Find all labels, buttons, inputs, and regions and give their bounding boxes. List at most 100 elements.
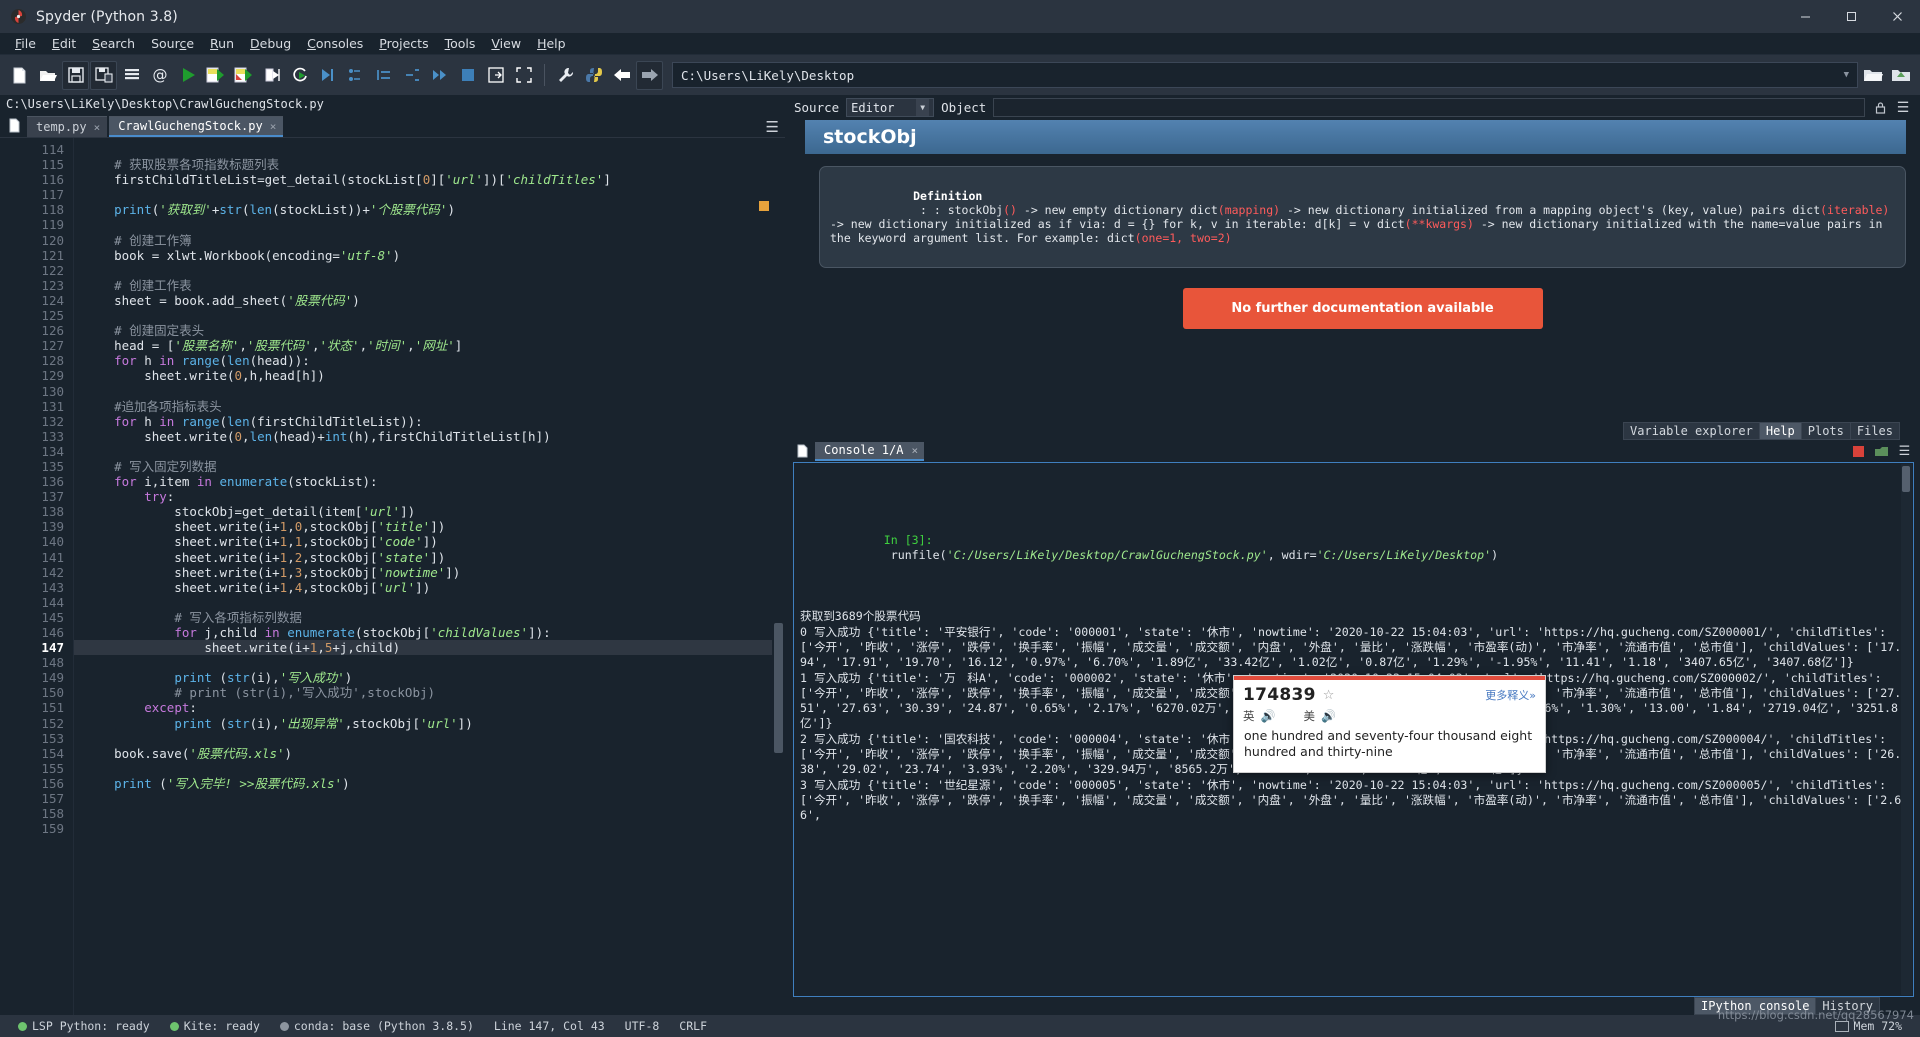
menu-item-run[interactable]: Run	[202, 34, 242, 53]
code-line[interactable]: sheet.write(i+1,2,stockObj['state'])	[74, 550, 785, 565]
code-line[interactable]: head = ['股票名称','股票代码','状态','时间','网址']	[74, 338, 785, 353]
code-line[interactable]: # 获取股票各项指数标题列表	[74, 157, 785, 172]
speaker-icon[interactable]: 🔊	[1321, 709, 1336, 723]
browse-directory-button[interactable]	[1859, 61, 1886, 90]
code-line[interactable]	[74, 761, 785, 776]
editor-scrollbar[interactable]	[772, 138, 785, 1015]
more-definitions-link[interactable]: 更多释义»	[1485, 687, 1536, 703]
menu-item-debug[interactable]: Debug	[242, 34, 299, 53]
editor-tab-temp-py[interactable]: temp.py×	[27, 116, 107, 137]
rerun-file-icon[interactable]	[286, 61, 313, 90]
editor-options-icon[interactable]: ☰	[766, 120, 779, 135]
code-line[interactable]: sheet.write(i+1,3,stockObj['nowtime'])	[74, 565, 785, 580]
code-line[interactable]	[74, 308, 785, 323]
code-line[interactable]: sheet.write(0,len(head)+int(h),firstChil…	[74, 429, 785, 444]
pane-tab-variable-explorer[interactable]: Variable explorer	[1623, 422, 1760, 440]
code-line[interactable]: # 创建固定表头	[74, 323, 785, 338]
forward-icon[interactable]	[636, 61, 663, 90]
code-line[interactable]: # 创建工作簿	[74, 233, 785, 248]
code-line[interactable]: # 创建工作表	[74, 278, 785, 293]
warning-marker-icon[interactable]	[759, 201, 769, 211]
pythonpath-icon[interactable]	[580, 61, 607, 90]
menu-item-source[interactable]: Source	[143, 34, 202, 53]
pane-tab-help[interactable]: Help	[1759, 422, 1802, 440]
run-selection-icon[interactable]	[258, 61, 285, 90]
menu-item-help[interactable]: Help	[529, 34, 574, 53]
dictionary-popup[interactable]: 174839 ☆ 更多释义» 英 🔊 美 🔊 one hundred and s…	[1233, 675, 1546, 773]
speaker-icon[interactable]: 🔊	[1261, 709, 1276, 723]
editor-scroll-thumb[interactable]	[774, 623, 783, 753]
code-line[interactable]: print (str(i),'出现异常',stockObj['url'])	[74, 716, 785, 731]
code-line[interactable]: firstChildTitleList=get_detail(stockList…	[74, 172, 785, 187]
stop-icon[interactable]	[1851, 444, 1866, 459]
star-icon[interactable]: ☆	[1323, 688, 1335, 703]
code-line[interactable]	[74, 187, 785, 202]
code-line[interactable]	[74, 142, 785, 157]
close-icon[interactable]: ×	[270, 120, 277, 133]
code-line[interactable]: for h in range(len(head)):	[74, 353, 785, 368]
code-line[interactable]: sheet.write(0,h,head[h])	[74, 368, 785, 383]
find-symbol-icon[interactable]: @	[146, 61, 173, 90]
menu-item-edit[interactable]: Edit	[44, 34, 84, 53]
lock-icon[interactable]	[1872, 100, 1888, 116]
preferences-icon[interactable]	[552, 61, 579, 90]
run-cell-icon[interactable]	[202, 61, 229, 90]
console-env-icon[interactable]	[1874, 444, 1889, 459]
file-switcher-icon[interactable]	[118, 61, 145, 90]
code-line[interactable]: sheet = book.add_sheet('股票代码')	[74, 293, 785, 308]
code-line[interactable]	[74, 731, 785, 746]
code-line[interactable]: sheet.write(i+1,0,stockObj['title'])	[74, 519, 785, 534]
code-editor[interactable]: 1141151161171181191201211221231241251261…	[0, 137, 785, 1015]
code-line[interactable]	[74, 655, 785, 670]
step-return-icon[interactable]	[398, 61, 425, 90]
code-line[interactable]: sheet.write(i+1,5+j,child)	[74, 640, 785, 655]
maximize-pane-icon[interactable]	[482, 61, 509, 90]
stop-debug-icon[interactable]	[454, 61, 481, 90]
code-line[interactable]	[74, 444, 785, 459]
menu-item-search[interactable]: Search	[84, 34, 143, 53]
editor-tab-CrawlGuchengStock-py[interactable]: CrawlGuchengStock.py×	[109, 116, 283, 137]
console-tab[interactable]: Console 1/A ×	[815, 442, 924, 461]
code-line[interactable]: for h in range(len(firstChildTitleList))…	[74, 414, 785, 429]
code-line[interactable]	[74, 806, 785, 821]
code-line[interactable]: for j,child in enumerate(stockObj['child…	[74, 625, 785, 640]
code-line[interactable]: stockObj=get_detail(item['url'])	[74, 504, 785, 519]
parent-directory-button[interactable]	[1887, 61, 1914, 90]
code-line[interactable]: print (str(i),'写入成功')	[74, 670, 785, 685]
help-source-select[interactable]: Editor ▼	[846, 98, 934, 117]
code-line[interactable]	[74, 217, 785, 232]
pane-tab-plots[interactable]: Plots	[1801, 422, 1851, 440]
console-scroll-thumb[interactable]	[1902, 466, 1910, 492]
code-line[interactable]	[74, 791, 785, 806]
run-cell-advance-icon[interactable]	[230, 61, 257, 90]
close-icon[interactable]: ×	[911, 444, 918, 457]
close-button[interactable]	[1874, 0, 1920, 33]
save-all-icon[interactable]	[90, 61, 117, 90]
code-line[interactable]: sheet.write(i+1,4,stockObj['url'])	[74, 580, 785, 595]
code-line[interactable]: sheet.write(i+1,1,stockObj['code'])	[74, 534, 785, 549]
working-directory-input[interactable]: C:\Users\LiKely\Desktop ▼	[672, 62, 1858, 88]
code-line[interactable]: # 写入各项指标列数据	[74, 610, 785, 625]
code-line[interactable]	[74, 595, 785, 610]
code-line[interactable]: book.save('股票代码.xls')	[74, 746, 785, 761]
help-options-icon[interactable]: ☰	[1895, 100, 1911, 116]
close-icon[interactable]: ×	[94, 121, 101, 134]
code-line[interactable]: # 写入固定列数据	[74, 459, 785, 474]
menu-item-projects[interactable]: Projects	[371, 34, 436, 53]
save-file-icon[interactable]	[62, 61, 89, 90]
back-icon[interactable]	[608, 61, 635, 90]
minimize-button[interactable]	[1782, 0, 1828, 33]
code-line[interactable]	[74, 263, 785, 278]
step-into-icon[interactable]	[370, 61, 397, 90]
continue-icon[interactable]	[426, 61, 453, 90]
code-line[interactable]: print ('写入完毕! >>股票代码.xls')	[74, 776, 785, 791]
code-line[interactable]: #追加各项指标表头	[74, 399, 785, 414]
code-line[interactable]	[74, 821, 785, 836]
console-scrollbar[interactable]	[1901, 464, 1912, 995]
chevron-down-icon[interactable]: ▼	[1844, 70, 1849, 80]
run-file-icon[interactable]	[174, 61, 201, 90]
new-file-icon[interactable]	[6, 61, 33, 90]
code-line[interactable]: print('获取到'+str(len(stockList))+'个股票代码')	[74, 202, 785, 217]
code-line[interactable]	[74, 384, 785, 399]
fullscreen-icon[interactable]	[510, 61, 537, 90]
